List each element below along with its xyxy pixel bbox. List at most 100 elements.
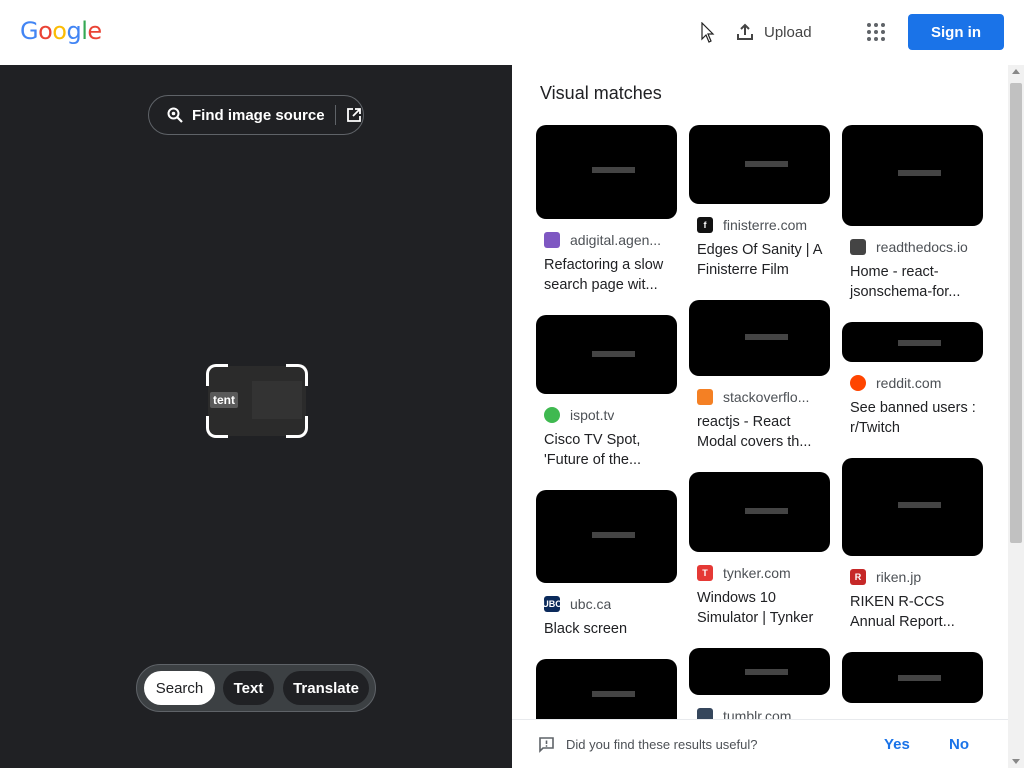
google-apps-icon[interactable] <box>867 23 885 41</box>
sign-in-button[interactable]: Sign in <box>908 14 1004 50</box>
result-source-domain: ubc.ca <box>570 596 612 612</box>
feedback-icon <box>539 736 554 753</box>
result-thumbnail[interactable] <box>689 472 830 552</box>
readthedocs-icon <box>850 239 866 255</box>
result-thumbnail[interactable] <box>842 125 983 226</box>
results-column: f finisterre.com Edges Of Sanity | A Finis… <box>689 125 830 719</box>
cropped-region-shape <box>252 381 302 419</box>
result-thumbnail[interactable] <box>842 322 983 362</box>
riken-icon: R <box>850 569 866 585</box>
logo-letter: G <box>20 17 39 45</box>
result-card[interactable]: Ttynker.com Windows 10 Simulator | Tynker <box>689 472 830 628</box>
page-scrollbar[interactable] <box>1008 65 1024 768</box>
upload-button[interactable]: Upload <box>736 20 812 44</box>
divider <box>334 105 336 125</box>
lens-search-icon <box>167 107 183 123</box>
result-thumbnail[interactable] <box>536 315 677 394</box>
result-source-domain: finisterre.com <box>723 217 808 233</box>
result-title[interactable]: reactjs - React Modal covers th... <box>697 412 827 452</box>
result-source[interactable]: Rriken.jp <box>842 568 983 586</box>
result-source[interactable]: tumblr.com <box>689 707 830 719</box>
result-source[interactable]: ispot.tv <box>536 406 677 424</box>
mode-search-button[interactable]: Search <box>144 671 215 705</box>
result-thumbnail[interactable] <box>536 659 677 719</box>
result-card[interactable]: tumblr.com <box>689 648 830 719</box>
find-image-source-label: Find image source <box>192 106 325 124</box>
feedback-no-button[interactable]: No <box>949 736 969 753</box>
mode-text-button[interactable]: Text <box>223 671 274 705</box>
thumbnail-content <box>745 334 788 341</box>
result-card[interactable] <box>536 659 677 719</box>
result-source[interactable]: f finisterre.com <box>689 216 830 234</box>
result-source-domain: stackoverflo... <box>723 389 810 405</box>
thumbnail-content <box>898 340 941 346</box>
scrollbar-thumb[interactable] <box>1010 83 1022 543</box>
result-source-domain: ispot.tv <box>570 407 615 423</box>
crop-handle-top-left[interactable] <box>206 364 228 386</box>
result-source-domain: riken.jp <box>876 569 922 585</box>
result-title[interactable]: Edges Of Sanity | A Finisterre Film <box>697 240 827 280</box>
cropped-text: tent <box>210 392 238 408</box>
result-card[interactable]: adigital.agen... Refactoring a slow searc… <box>536 125 677 295</box>
find-image-source-button[interactable]: Find image source <box>148 95 364 135</box>
logo-letter: o <box>52 17 67 45</box>
mode-translate-button[interactable]: Translate <box>283 671 369 705</box>
result-thumbnail[interactable] <box>536 125 677 219</box>
result-source[interactable]: UBC ubc.ca <box>536 595 677 613</box>
result-thumbnail[interactable] <box>689 300 830 376</box>
result-thumbnail[interactable] <box>842 458 983 556</box>
result-source[interactable]: readthedocs.io <box>842 238 983 256</box>
ubc-icon: UBC <box>542 596 562 612</box>
crop-selection-box[interactable]: tent <box>206 364 308 438</box>
thumbnail-content <box>592 167 635 174</box>
thumbnail-content <box>592 690 635 697</box>
result-thumbnail[interactable] <box>842 652 983 703</box>
feedback-question: Did you find these results useful? <box>566 736 758 752</box>
result-card[interactable] <box>842 652 983 703</box>
scroll-up-arrow-icon[interactable] <box>1012 69 1020 74</box>
tynker-icon: T <box>697 565 713 581</box>
result-source-domain: adigital.agen... <box>570 232 662 248</box>
result-thumbnail[interactable] <box>536 490 677 583</box>
scroll-down-arrow-icon[interactable] <box>1012 759 1020 764</box>
thumbnail-content <box>745 160 788 167</box>
result-title[interactable]: RIKEN R-CCS Annual Report... <box>850 592 980 632</box>
google-logo[interactable]: Google <box>20 17 102 45</box>
result-source[interactable]: stackoverflo... <box>689 388 830 406</box>
results-column: adigital.agen... Refactoring a slow searc… <box>536 125 677 719</box>
result-card[interactable]: stackoverflo... reactjs - React Modal cov… <box>689 300 830 452</box>
feedback-yes-button[interactable]: Yes <box>884 736 910 753</box>
finisterre-icon: f <box>697 217 713 233</box>
thumbnail-content <box>592 531 635 538</box>
result-title[interactable]: Home - react-jsonschema-for... <box>850 262 980 302</box>
crop-handle-top-right[interactable] <box>286 364 308 386</box>
result-source[interactable]: Ttynker.com <box>689 564 830 582</box>
result-thumbnail[interactable] <box>689 648 830 695</box>
upload-label: Upload <box>764 23 812 41</box>
result-thumbnail[interactable] <box>689 125 830 204</box>
result-title[interactable]: See banned users : r/Twitch <box>850 398 980 438</box>
result-card[interactable]: Rriken.jp RIKEN R-CCS Annual Report... <box>842 458 983 632</box>
result-title[interactable]: Refactoring a slow search page wit... <box>544 255 674 295</box>
thumbnail-content <box>898 502 941 509</box>
crop-handle-bottom-right[interactable] <box>286 416 308 438</box>
mouse-cursor-icon <box>701 22 715 43</box>
lens-mode-selector: Search Text Translate <box>136 664 376 712</box>
crop-handle-bottom-left[interactable] <box>206 416 228 438</box>
result-source-domain: readthedocs.io <box>876 239 968 255</box>
thumbnail-content <box>745 669 788 676</box>
result-card[interactable]: f finisterre.com Edges Of Sanity | A Finis… <box>689 125 830 280</box>
result-card[interactable]: reddit.com See banned users : r/Twitch <box>842 322 983 438</box>
result-card[interactable]: UBC ubc.ca Black screen <box>536 490 677 639</box>
result-card[interactable]: ispot.tv Cisco TV Spot, 'Future of the... <box>536 315 677 470</box>
result-card[interactable]: readthedocs.io Home - react-jsonschema-fo… <box>842 125 983 302</box>
result-title[interactable]: Cisco TV Spot, 'Future of the... <box>544 430 674 470</box>
result-title[interactable]: Black screen <box>544 619 674 639</box>
ispot-icon <box>544 407 560 423</box>
result-title[interactable]: Windows 10 Simulator | Tynker <box>697 588 827 628</box>
result-source-domain: tumblr.com <box>723 708 792 719</box>
results-column: readthedocs.io Home - react-jsonschema-fo… <box>842 125 983 719</box>
result-source[interactable]: adigital.agen... <box>536 231 677 249</box>
feedback-bar: Did you find these results useful? Yes N… <box>512 719 1024 768</box>
result-source[interactable]: reddit.com <box>842 374 983 392</box>
